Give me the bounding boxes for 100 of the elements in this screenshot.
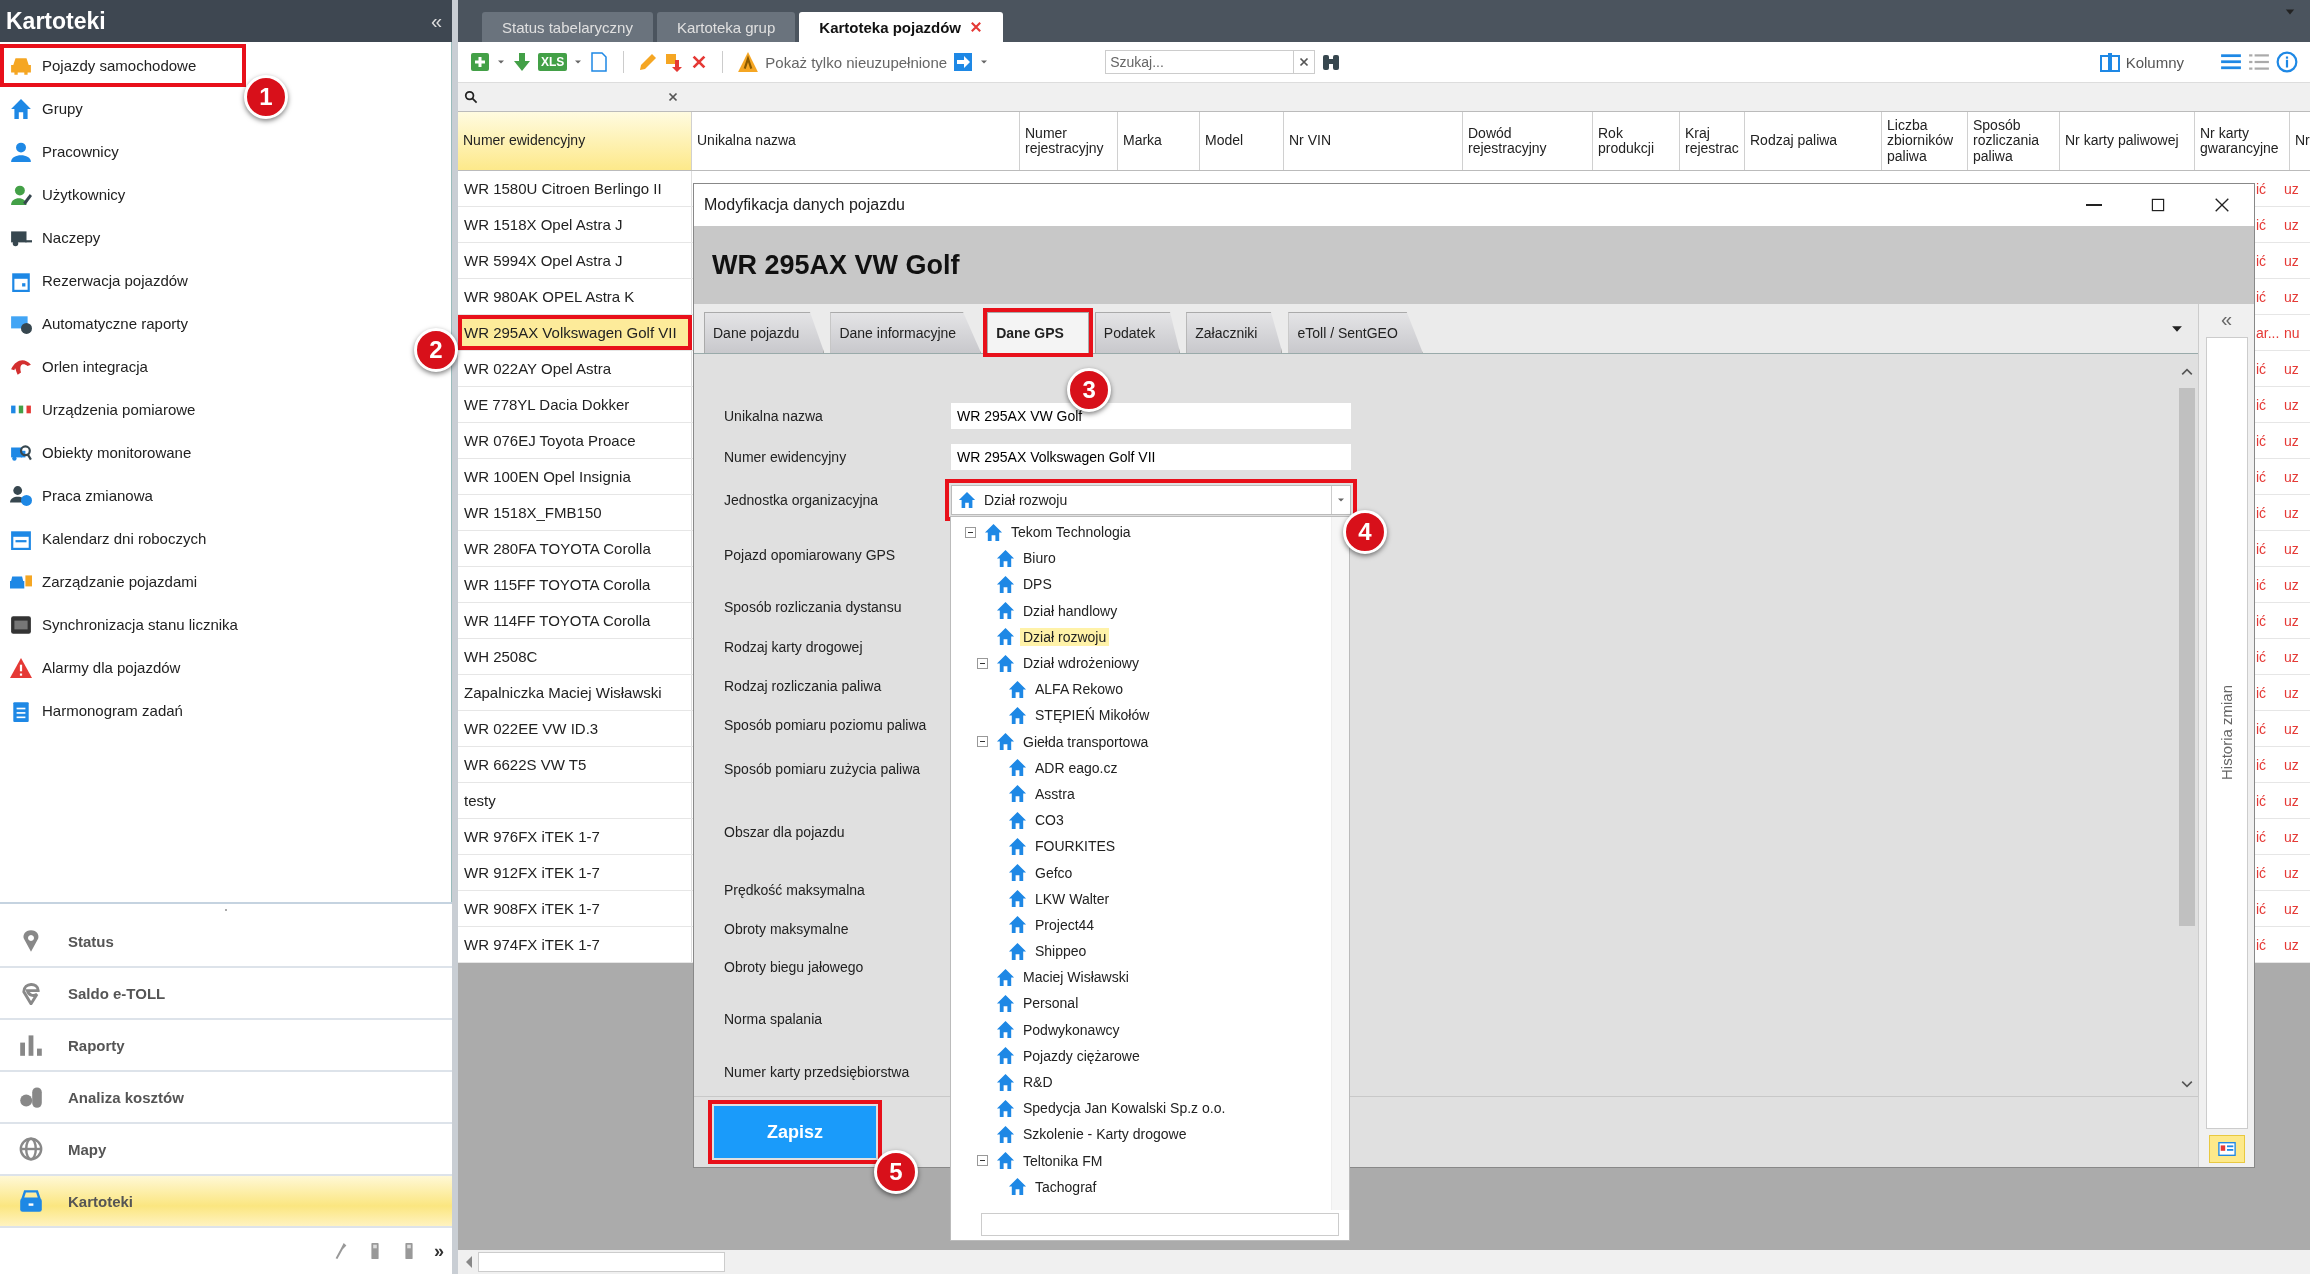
table-cell[interactable]: WR 1580U Citroen Berlingo II [458, 171, 692, 206]
collapse-toggle[interactable] [965, 526, 976, 538]
column-header[interactable]: Nr [2290, 112, 2310, 170]
column-header[interactable]: Model [1200, 112, 1284, 170]
tree-item[interactable]: Dział rozwoju [1020, 627, 1110, 646]
table-cell[interactable]: WR 1518X Opel Astra J [458, 207, 692, 242]
tree-item[interactable]: STĘPIEŃ Mikołów [1032, 706, 1153, 725]
tree-item[interactable]: Teltonika FM [1020, 1151, 1106, 1170]
table-cell[interactable]: WR 100EN Opel Insignia [458, 459, 692, 494]
horizontal-scrollbar[interactable] [458, 1250, 2310, 1274]
table-cell[interactable]: WR 5994X Opel Astra J [458, 243, 692, 278]
table-cell[interactable]: WR 295AX Volkswagen Golf VII [458, 315, 692, 350]
sidebar-item[interactable]: Synchronizacja stanu licznika [0, 603, 288, 646]
table-cell[interactable]: WR 976FX iTEK 1-7 [458, 819, 692, 854]
table-cell[interactable]: WE 778YL Dacia Dokker [458, 387, 692, 422]
tab[interactable]: Kartoteka grup [656, 12, 796, 42]
column-header[interactable]: Numer rejestracyjny [1020, 112, 1118, 170]
tree-item[interactable]: FOURKITES [1032, 837, 1119, 856]
sidebar-item[interactable]: Grupy [0, 87, 133, 130]
table-cell[interactable]: WH 2508C [458, 639, 692, 674]
sidebar-item[interactable]: Obiekty monitorowane [0, 431, 242, 474]
sidebar-item[interactable]: Alarmy dla pojazdów [0, 646, 231, 689]
sidebar-item[interactable]: Rezerwacja pojazdów [0, 259, 238, 302]
side-panel[interactable]: Historia zmian [2205, 337, 2248, 1129]
overflow-button[interactable]: » [434, 1240, 444, 1262]
collapse-toggle[interactable] [977, 1155, 988, 1167]
column-header[interactable]: Dowód rejestracyjny [1463, 112, 1593, 170]
collapse-toggle[interactable] [977, 736, 988, 748]
tree-item[interactable]: DPS [1020, 575, 1055, 594]
table-cell[interactable]: WR 115FF TOYOTA Corolla [458, 567, 692, 602]
tree-item[interactable]: ALFA Rekowo [1032, 680, 1126, 699]
tree-item[interactable]: Personal [1020, 994, 1082, 1013]
filter-field[interactable] [981, 1213, 1339, 1236]
table-cell[interactable]: testy [458, 783, 692, 818]
navigation-item[interactable]: Saldo e-TOLL [0, 968, 452, 1020]
sidebar-item[interactable]: Naczepy [0, 216, 151, 259]
tab[interactable]: Dane pojazdu [704, 312, 825, 353]
column-header[interactable]: Nr VIN [1284, 112, 1463, 170]
tab[interactable]: Dane informacyjne [830, 312, 982, 353]
table-cell[interactable]: WR 974FX iTEK 1-7 [458, 927, 692, 962]
filter-toggle-label[interactable]: Pokaż tylko nieuzupełnione [765, 53, 948, 71]
table-cell[interactable]: WR 980AK OPEL Astra K [458, 279, 692, 314]
tree-item[interactable]: R&D [1020, 1073, 1056, 1092]
sidebar-item[interactable]: Użytkownicy [0, 173, 176, 216]
tab[interactable]: eToll / SentGEO [1288, 312, 1423, 353]
tree-item[interactable]: Gefco [1032, 863, 1076, 882]
text-field[interactable]: WR 295AX Volkswagen Golf VII [951, 444, 1351, 470]
tree-item[interactable]: Podwykonawcy [1020, 1020, 1123, 1039]
tree-item[interactable]: LKW Walter [1032, 889, 1113, 908]
table-cell[interactable]: WR 912FX iTEK 1-7 [458, 855, 692, 890]
column-header[interactable]: Kraj rejestrac [1680, 112, 1745, 170]
table-cell[interactable]: WR 114FF TOYOTA Corolla [458, 603, 692, 638]
toolbar-button[interactable] [2208, 1135, 2245, 1163]
sidebar-item[interactable]: Pojazdy samochodowe [0, 44, 247, 87]
tree-item[interactable]: Dział wdrożeniowy [1020, 654, 1142, 673]
expand-button[interactable]: « [2216, 308, 2237, 331]
sidebar-item[interactable]: Kalendarz dni roboczych [0, 517, 257, 560]
table-cell[interactable]: WR 1518X_FMB150 [458, 495, 692, 530]
tree-item[interactable]: Spedycja Jan Kowalski Sp.z o.o. [1020, 1099, 1229, 1118]
sidebar-item[interactable]: Automatyczne raporty [0, 302, 238, 345]
column-header[interactable]: Numer ewidencyjny [458, 112, 692, 170]
tree-item[interactable]: Project44 [1032, 915, 1098, 934]
navigation-item[interactable]: Status [0, 916, 452, 968]
navigation-item[interactable]: Analiza kosztów [0, 1072, 452, 1124]
column-header[interactable]: Rok produkcji [1593, 112, 1680, 170]
collapse-toggle[interactable] [977, 657, 988, 669]
tree-item[interactable]: Biuro [1020, 549, 1059, 568]
column-header[interactable]: Unikalna nazwa [692, 112, 1020, 170]
table-cell[interactable]: WR 076EJ Toyota Proace [458, 423, 692, 458]
table-cell[interactable]: WR 022EE VW ID.3 [458, 711, 692, 746]
tree-item[interactable]: CO3 [1032, 811, 1067, 830]
sidebar-item[interactable]: Pracownicy [0, 130, 169, 173]
columns-button[interactable]: Kolumny [2099, 52, 2184, 72]
search-field[interactable]: Szukaj... [1105, 50, 1294, 74]
column-header[interactable]: Marka [1118, 112, 1200, 170]
close-tab-button[interactable] [969, 20, 983, 34]
table-cell[interactable]: WR 022AY Opel Astra [458, 351, 692, 386]
tree-item[interactable]: Giełda transportowa [1020, 732, 1152, 751]
tab[interactable]: Status tabelaryczny [482, 12, 653, 42]
column-header[interactable]: Rodzaj paliwa [1745, 112, 1882, 170]
table-cell[interactable]: Zapalniczka Maciej Wisławski [458, 675, 692, 710]
column-header[interactable]: Liczba zbiorników paliwa [1882, 112, 1968, 170]
navigation-item[interactable]: Kartoteki [0, 1176, 452, 1228]
tree-item[interactable]: Pojazdy ciężarowe [1020, 1046, 1143, 1065]
vertical-scrollbar[interactable] [1331, 517, 1349, 1210]
navigation-item[interactable]: Raporty [0, 1020, 452, 1072]
table-cell[interactable]: WR 6622S VW T5 [458, 747, 692, 782]
tree-item[interactable]: Tekom Technologia [1008, 523, 1134, 542]
tree-item[interactable]: Asstra [1032, 784, 1078, 803]
tree-item[interactable]: Shippeo [1032, 942, 1090, 961]
column-header[interactable]: Sposób rozliczania paliwa [1968, 112, 2060, 170]
table-cell[interactable]: WR 908FX iTEK 1-7 [458, 891, 692, 926]
column-header[interactable]: Nr karty gwarancyjne [2195, 112, 2290, 170]
column-header[interactable]: Nr karty paliwowej [2060, 112, 2195, 170]
clear-button[interactable] [666, 90, 680, 104]
sidebar-item[interactable]: Praca zmianowa [0, 474, 203, 517]
tree-item[interactable]: Tachograf [1032, 1177, 1100, 1196]
tree-item[interactable]: Maciej Wisławski [1020, 968, 1132, 987]
table-cell[interactable]: WR 280FA TOYOTA Corolla [458, 531, 692, 566]
sidebar-item[interactable]: Zarządzanie pojazdami [0, 560, 248, 603]
